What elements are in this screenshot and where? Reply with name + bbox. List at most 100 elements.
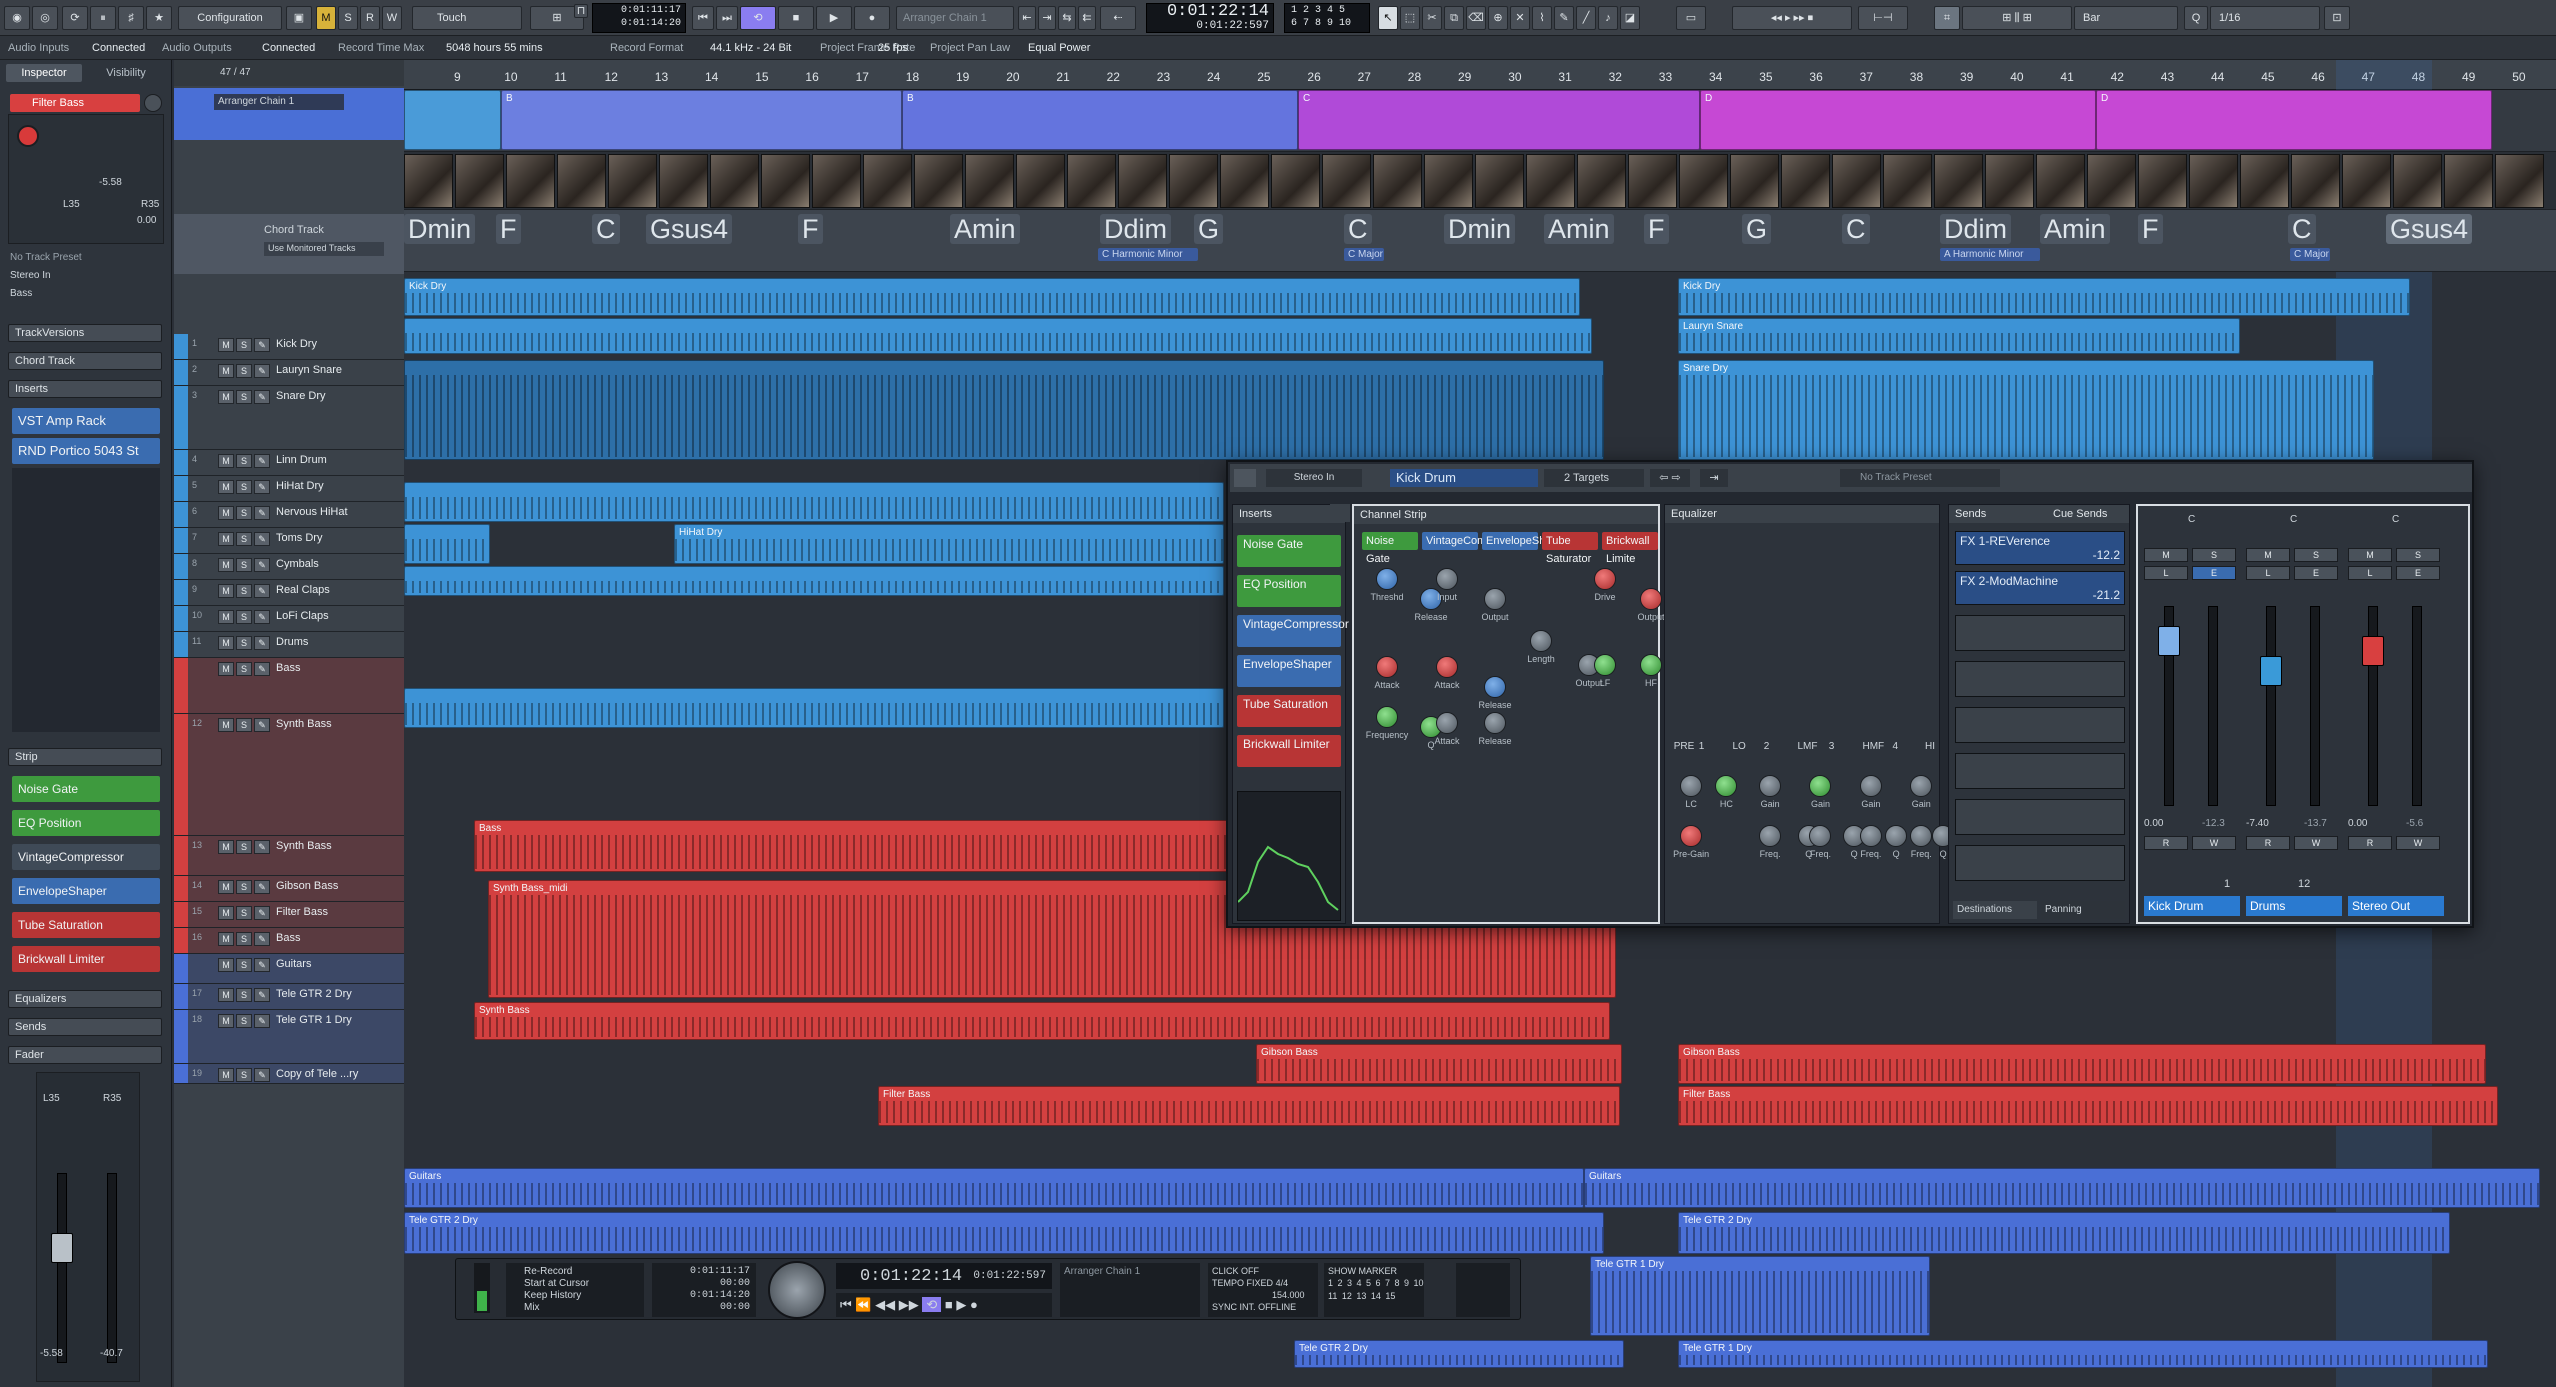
track-row[interactable]: 10 M S ✎ LoFi Claps [174,606,404,632]
track-row[interactable]: 1 M S ✎ Kick Dry [174,334,404,360]
channel-e-button[interactable]: E [2396,566,2440,580]
clip[interactable]: Gibson Bass [1256,1044,1622,1084]
channel-pan[interactable]: C [2188,514,2195,525]
tab-inspector[interactable]: Inspector [6,64,82,82]
tempo-label[interactable]: TEMPO [1212,1278,1244,1288]
solo-button[interactable]: S [236,662,252,676]
mute-button[interactable]: M [218,506,234,520]
mixer-tab-channel-strip[interactable]: Channel Strip [1360,509,1427,521]
edit-button[interactable]: ✎ [254,584,270,598]
mixer-preset-select[interactable]: No Track Preset [1840,469,2000,487]
chord-event[interactable]: F [798,214,823,244]
mixer-channel-name[interactable]: Kick Drum [1390,469,1538,487]
mixer-tab-equalizer[interactable]: Equalizer [1665,505,1939,523]
transport-stop-icon[interactable]: ■ [945,1297,953,1312]
track-row[interactable]: 7 M S ✎ Toms Dry [174,528,404,554]
track-row[interactable]: 4 M S ✎ Linn Drum [174,450,404,476]
mute-button[interactable]: M [218,958,234,972]
channel-s-button[interactable]: S [2294,548,2338,562]
mixer-link-targets[interactable]: 2 Targets [1544,469,1644,487]
scale-event[interactable]: A Harmonic Minor [1940,248,2040,261]
cycle-icon[interactable]: ⟲ [740,6,776,30]
knob[interactable] [1376,568,1398,590]
edit-button[interactable]: ✎ [254,718,270,732]
chord-event[interactable]: C [2288,214,2316,244]
quantize-icon[interactable]: Q [2184,6,2208,30]
mixer-tab-cue-sends[interactable]: Cue Sends [2053,505,2107,523]
solo-button[interactable]: S [338,6,358,30]
channel-e-button[interactable]: E [2294,566,2338,580]
track-row[interactable]: 5 M S ✎ HiHat Dry [174,476,404,502]
transport-play-icon[interactable]: ▶ [956,1297,966,1312]
erase-tool-icon[interactable]: ⌫ [1466,6,1486,30]
camera-icon[interactable]: ▣ [286,6,312,30]
insert-slot-vst-amp-rack[interactable]: VST Amp Rack [12,408,160,434]
channel-w-button[interactable]: W [2294,836,2338,850]
grid-type-select[interactable]: Bar [2074,6,2178,30]
inspector-output-routing[interactable]: Bass [10,288,32,299]
mute-button[interactable]: M [218,390,234,404]
channel-strip-module[interactable]: Tube Saturator [1542,532,1598,565]
window-layout-icon[interactable]: ▭ [1676,6,1706,30]
track-row[interactable]: 12 M S ✎ Synth Bass [174,714,404,836]
knob[interactable] [1484,712,1506,734]
clip[interactable]: Tele GTR 1 Dry [1678,1340,2488,1368]
inspector-track-preset[interactable]: No Track Preset [10,252,82,263]
clip[interactable]: Synth Bass [474,1002,1610,1040]
solo-button[interactable]: S [236,988,252,1002]
solo-button[interactable]: S [236,338,252,352]
clip[interactable]: HiHat Dry [674,524,1224,564]
clip[interactable]: Filter Bass [1678,1086,2498,1126]
chord-event[interactable]: Ddim [1100,214,1172,244]
arranger-track-header[interactable]: Arranger Chain 1 [174,88,404,140]
channel-name[interactable]: Kick Drum [2144,896,2240,916]
clip[interactable]: Snare Dry [1678,360,2374,460]
lock-icon[interactable]: ⊓ [574,4,588,18]
track-row[interactable]: 17 M S ✎ Tele GTR 2 Dry [174,984,404,1010]
arranger-part-a[interactable] [404,90,501,150]
snap-type-icon[interactable]: ⊞ ⫼ ⊞ [1962,6,2072,30]
channel-r-button[interactable]: R [2348,836,2392,850]
knob[interactable] [1436,656,1458,678]
constrain-icon[interactable]: ◎ [32,6,58,30]
mute-button[interactable]: M [218,880,234,894]
send-empty-slot[interactable] [1955,845,2125,881]
inspector-input-routing[interactable]: Stereo In [10,270,51,281]
track-row[interactable]: 18 M S ✎ Tele GTR 1 Dry [174,1010,404,1064]
arranger-chain-field[interactable]: Arranger Chain 1 [214,94,344,110]
go-start-icon[interactable]: ⏮ [692,6,714,30]
locator-display[interactable]: 0:01:11:17 0:01:14:20 [592,3,686,33]
record-enable-icon[interactable] [17,125,39,147]
snap-toggle-icon[interactable]: ⌗ [1934,6,1960,30]
nudge-palette[interactable]: ◂◂ ▸ ▸▸ ⏹ [1732,6,1852,30]
record-button[interactable]: ● [854,6,890,30]
sends-destinations-tab[interactable]: Destinations [1953,901,2037,919]
chord-track-mode-select[interactable]: Use Monitored Tracks [264,242,384,256]
inspector-track-name[interactable]: Filter Bass [10,94,140,112]
strip-module-1[interactable]: EQ Position [12,810,160,836]
play-tool-icon[interactable]: ♪ [1598,6,1618,30]
channel-strip-module[interactable]: EnvelopeShape [1482,532,1564,550]
track-row[interactable]: M S ✎ Guitars [174,954,404,984]
snap-icon[interactable]: ⊢⊣ [1858,6,1908,30]
marker-show-button[interactable]: SHOW [1328,1266,1356,1276]
clip[interactable]: Guitars [1584,1168,2540,1208]
clip[interactable] [404,318,1592,354]
track-row[interactable]: 9 M S ✎ Real Claps [174,580,404,606]
solo-button[interactable]: S [236,1014,252,1028]
mixer-nav-arrows-icon[interactable]: ⇦ ⇨ [1650,469,1690,487]
track-row[interactable]: 13 M S ✎ Synth Bass [174,836,404,876]
section-chord-track[interactable]: Chord Track [8,352,162,370]
chord-icon[interactable]: ♯ [118,6,144,30]
clip[interactable]: Kick Dry [1678,278,2410,316]
inspector-volume-fader[interactable] [57,1173,67,1363]
eq-knob[interactable] [1910,775,1933,797]
mute-button[interactable]: M [218,1014,234,1028]
mute-button[interactable]: M [218,454,234,468]
clip[interactable]: Filter Bass [878,1086,1620,1126]
track-row[interactable]: 3 M S ✎ Snare Dry [174,386,404,450]
sync-label[interactable]: SYNC [1212,1302,1237,1312]
clip[interactable] [404,482,1224,522]
knob[interactable] [1484,588,1506,610]
track-row[interactable]: 16 M S ✎ Bass [174,928,404,954]
